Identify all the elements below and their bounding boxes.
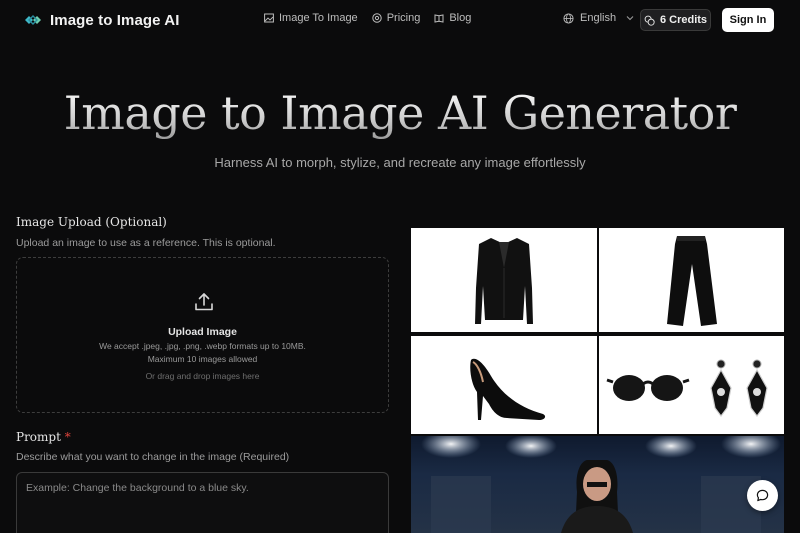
upload-section-title: Image Upload (Optional) <box>16 215 167 229</box>
heel-image <box>411 336 597 434</box>
runway-model-image <box>411 436 784 533</box>
chevron-down-icon <box>626 16 634 21</box>
language-selector[interactable]: English <box>563 12 634 24</box>
book-icon <box>434 14 444 23</box>
upload-icon <box>195 293 213 311</box>
prompt-section-title: Prompt * <box>16 430 71 444</box>
sunglasses-earrings-illustration <box>606 359 768 417</box>
credits-label: 6 Credits <box>659 14 708 26</box>
required-marker: * <box>64 430 71 444</box>
upload-drag-hint: Or drag and drop images here <box>145 371 260 381</box>
prompt-textarea[interactable]: Example: Change the background to a blue… <box>16 472 389 533</box>
menu-label: Blog <box>449 12 472 24</box>
menu-label: Image To Image <box>279 12 358 24</box>
chat-support-button[interactable] <box>747 480 778 511</box>
top-nav: Image to Image AI Image To Image Pricing… <box>0 0 800 40</box>
brand-logo[interactable]: Image to Image AI <box>24 11 180 29</box>
chat-bubble-icon <box>756 489 769 502</box>
sunglasses-earrings-image <box>599 336 784 434</box>
upload-section-description: Upload an image to use as a reference. T… <box>16 237 276 249</box>
blazer-image <box>411 228 597 332</box>
image-upload-dropzone[interactable]: Upload Image We accept .jpeg, .jpg, .png… <box>16 257 389 413</box>
sign-in-button[interactable]: Sign In <box>722 8 774 32</box>
globe-icon <box>563 12 574 24</box>
page-subtitle: Harness AI to morph, stylize, and recrea… <box>214 155 586 170</box>
logo-icon <box>25 15 41 25</box>
menu-blog[interactable]: Blog <box>434 12 471 24</box>
right-earring <box>746 359 768 417</box>
runway-illustration <box>421 436 781 533</box>
blazer-illustration <box>475 238 533 324</box>
prompt-title-text: Prompt <box>16 430 61 444</box>
upload-formats-text: We accept .jpeg, .jpg, .png, .webp forma… <box>99 341 306 351</box>
left-earring <box>710 359 732 417</box>
trousers-illustration <box>667 236 717 326</box>
page-title: Image to Image AI Generator <box>0 86 800 140</box>
menu-label: Pricing <box>386 12 421 24</box>
example-gallery <box>411 228 784 533</box>
menu-pricing[interactable]: Pricing <box>371 12 421 24</box>
language-label: English <box>580 12 617 24</box>
heel-illustration <box>470 358 546 420</box>
upload-image-label: Upload Image <box>168 326 237 338</box>
brand-name: Image to Image AI <box>50 11 180 29</box>
image-icon <box>264 13 274 23</box>
credits-button[interactable]: 6 Credits <box>640 9 711 31</box>
trousers-image <box>599 228 784 332</box>
upload-max-text: Maximum 10 images allowed <box>147 354 258 364</box>
menu-image-to-image[interactable]: Image To Image <box>264 12 358 24</box>
prompt-section-description: Describe what you want to change in the … <box>16 451 290 463</box>
main-menu: Image To Image Pricing Blog <box>264 12 471 24</box>
coins-icon <box>644 15 655 26</box>
pricing-icon <box>371 13 382 23</box>
